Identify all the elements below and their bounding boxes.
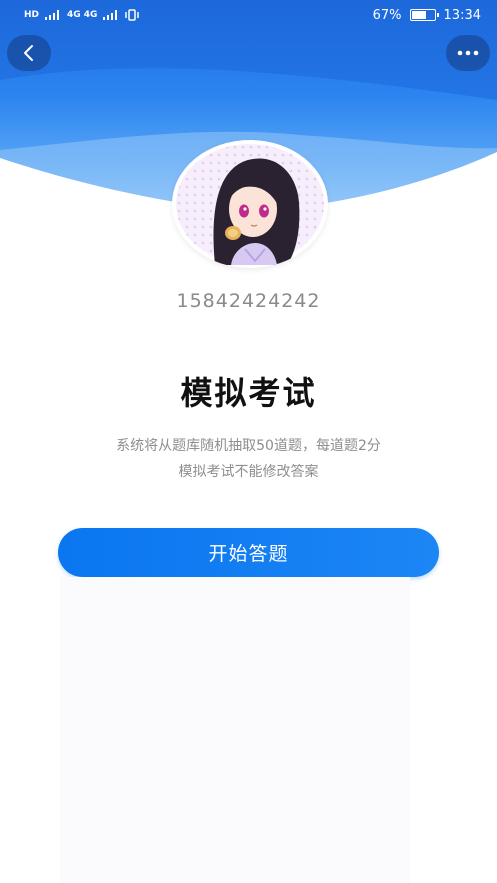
more-dots-icon — [457, 50, 479, 56]
status-bar: HD 4G 4G 67% 13:34 — [0, 0, 497, 30]
vibrate-icon — [125, 9, 140, 21]
avatar[interactable] — [172, 140, 328, 268]
network-label: 4G 4G — [67, 10, 98, 20]
content-panel — [60, 577, 410, 883]
avatar-anime-girl — [176, 144, 324, 265]
battery-icon — [409, 9, 439, 21]
hd-icon: HD — [24, 10, 40, 20]
back-button[interactable] — [7, 35, 51, 71]
exam-note: 模拟考试不能修改答案 — [178, 464, 319, 480]
signal-icon-2 — [103, 10, 118, 20]
user-phone: 15842424242 — [176, 290, 321, 312]
signal-icon — [45, 10, 60, 20]
clock: 13:34 — [443, 7, 481, 23]
exam-description: 系统将从题库随机抽取50道题，每道题2分 — [116, 438, 381, 454]
page-title: 模拟考试 — [180, 374, 317, 412]
signal-indicators: HD 4G 4G — [24, 9, 140, 21]
battery-percent: 67% — [372, 7, 402, 23]
chevron-left-icon — [24, 45, 33, 61]
battery-fill — [411, 11, 426, 19]
more-button[interactable] — [446, 35, 490, 71]
start-exam-button[interactable]: 开始答题 — [58, 528, 439, 577]
